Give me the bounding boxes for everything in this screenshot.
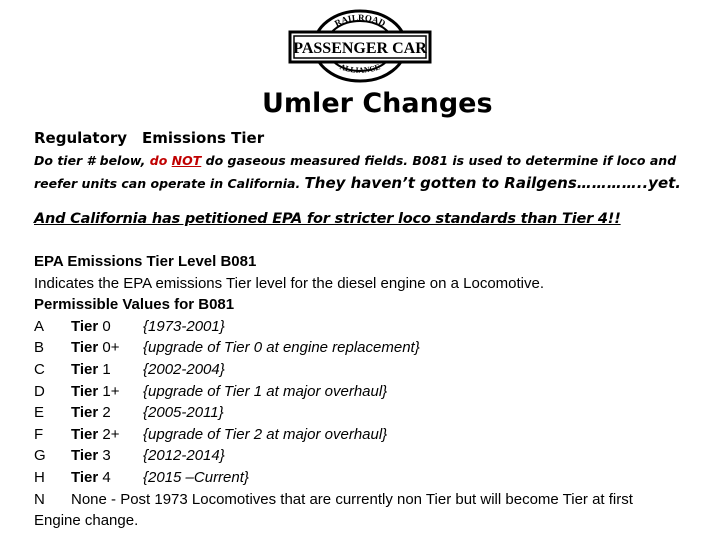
tier-level: 1 [102,360,111,378]
tier-level: 3 [102,447,111,465]
tier-level: 2+ [102,425,120,443]
value-row: C Tier 1 {2002-2004} [34,359,714,381]
value-description: {upgrade of Tier 2 at major overhaul} [143,425,388,443]
value-row: A Tier 0 {1973-2001} [34,316,714,338]
value-none-text: None - Post 1973 Locomotives that are cu… [71,490,633,508]
note-text-railgens: They haven’t gotten to Railgens…………..yet… [304,174,681,192]
value-tier: Tier 4 [71,467,143,489]
value-row: G Tier 3 {2012-2014} [34,445,714,467]
value-code: C [34,360,45,378]
note-red-do: do [149,153,172,168]
value-code: B [34,339,45,357]
passenger-car-alliance-logo: RAILROAD PASSENGER CAR ALLIANCE [286,8,434,84]
petition-statement: And California has petitioned EPA for st… [34,211,621,227]
tier-word: Tier [71,447,99,465]
value-description: {upgrade of Tier 0 at engine replacement… [143,339,420,357]
tier-word: Tier [71,317,99,335]
tier-level: 0 [102,317,111,335]
value-code: N [34,490,45,508]
subheader-emissions-tier: Emissions Tier [142,129,265,147]
b081-section: EPA Emissions Tier Level B081 Indicates … [34,251,714,532]
tier-word: Tier [71,425,99,443]
value-tier: Tier 0+ [71,337,143,359]
tier-level: 2 [102,404,111,422]
instruction-note: Do tier # below, do NOT do gaseous measu… [34,150,714,195]
value-code: D [34,382,45,400]
values-list: A Tier 0 {1973-2001} B Tier 0+ {upgrade of Ti… [34,316,714,489]
tier-word: Tier [71,468,99,486]
page-title: Umler Changes [262,88,493,119]
value-description: {2012-2014} [143,447,225,465]
value-tier: Tier 0 [71,316,143,338]
value-code: F [34,425,44,443]
note-red-not: NOT [171,153,202,168]
value-code: G [34,447,46,465]
logo-banner-text: PASSENGER CAR [293,40,427,57]
tier-level: 4 [102,468,111,486]
value-description: {upgrade of Tier 1 at major overhaul} [143,382,388,400]
value-none-continuation: Engine change. [34,512,139,530]
tier-word: Tier [71,404,99,422]
value-description: {2015 –Current} [143,468,249,486]
tier-word: Tier [71,339,99,357]
value-code: E [34,404,45,422]
value-code: A [34,317,45,335]
value-row: F Tier 2+ {upgrade of Tier 2 at major over… [34,424,714,446]
value-row: D Tier 1+ {upgrade of Tier 1 at major over… [34,381,714,403]
section-description: Indicates the EPA emissions Tier level f… [34,274,545,292]
value-description: {2005-2011} [143,404,224,422]
value-tier: Tier 2+ [71,424,143,446]
value-tier: Tier 3 [71,445,143,467]
value-row: E Tier 2 {2005-2011} [34,402,714,424]
value-tier: Tier 1+ [71,381,143,403]
tier-level: 0+ [102,339,120,357]
subheader-regulatory: Regulatory [34,129,128,147]
value-code: H [34,468,45,486]
value-tier: Tier 2 [71,402,143,424]
tier-word: Tier [71,360,99,378]
value-tier: Tier 1 [71,359,143,381]
note-text-1: Do tier # below, [34,153,150,168]
logo-graphic: RAILROAD PASSENGER CAR ALLIANCE [288,9,432,83]
values-heading: Permissible Values for B081 [34,296,235,314]
value-description: {1973-2001} [143,317,225,335]
value-row-none: N None - Post 1973 Locomotives that are c… [34,489,714,511]
value-row: B Tier 0+ {upgrade of Tier 0 at engine rep… [34,337,714,359]
tier-word: Tier [71,382,99,400]
section-heading: EPA Emissions Tier Level B081 [34,253,257,270]
value-row: H Tier 4 {2015 –Current} [34,467,714,489]
value-description: {2002-2004} [143,360,225,378]
tier-level: 1+ [102,382,120,400]
